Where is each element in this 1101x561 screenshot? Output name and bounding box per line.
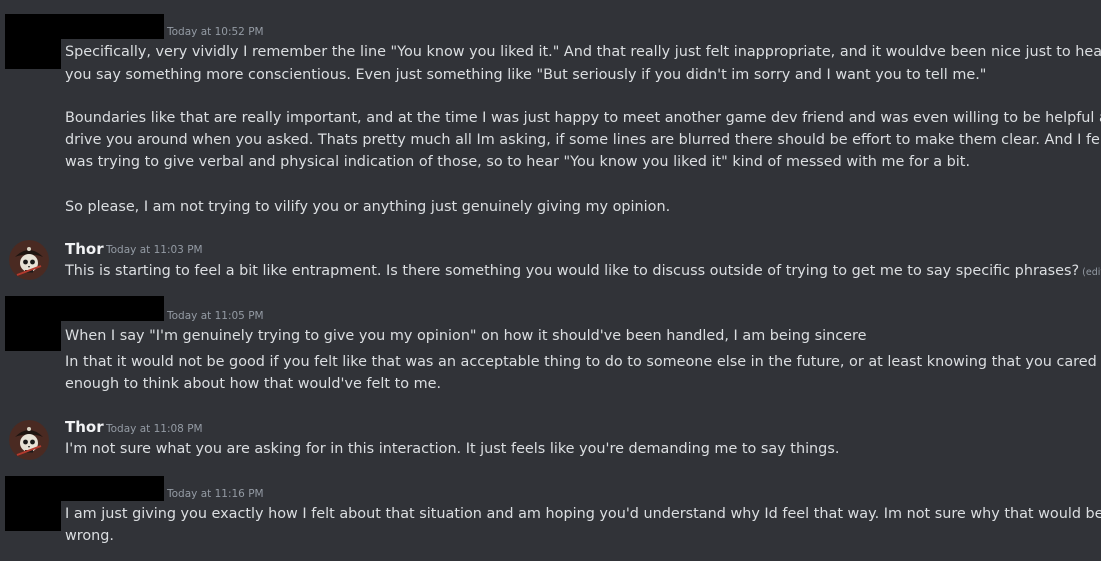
message-text-line: This is starting to feel a bit like entr… [65,260,1101,284]
message-text-line: enough to think about how that would've … [65,376,442,392]
redacted-avatar-block [5,501,61,531]
message-text-line: you say something more conscientious. Ev… [65,67,987,83]
message-text-line: So please, I am not trying to vilify you… [65,199,671,215]
pirate-skull-icon [9,240,49,280]
message-timestamp[interactable]: Today at 10:52 PM [167,26,264,38]
message-timestamp[interactable]: Today at 11:05 PM [167,310,264,322]
message-text-line: I'm not sure what you are asking for in … [65,441,840,457]
author-name[interactable]: Thor [65,240,104,258]
message-text-line: Boundaries like that are really importan… [65,110,1101,126]
message-text-line: When I say "I'm genuinely trying to give… [65,328,867,344]
message-text-line: was trying to give verbal and physical i… [65,154,971,170]
message-text-line: In that it would not be good if you felt… [65,354,1097,370]
message-timestamp[interactable]: Today at 11:08 PM [106,423,203,435]
message-text-line: Specifically, very vividly I remember th… [65,44,1101,60]
message-timestamp[interactable]: Today at 11:03 PM [106,244,203,256]
user-avatar[interactable] [9,420,49,460]
author-name[interactable]: Thor [65,418,104,436]
pirate-skull-icon [9,420,49,460]
edited-label: (edited) [1082,267,1101,278]
message-text-line: drive you around when you asked. Thats p… [65,132,1101,148]
redacted-avatar-block [5,321,61,351]
message-timestamp[interactable]: Today at 11:16 PM [167,488,264,500]
message-text-line: I am just giving you exactly how I felt … [65,506,1101,522]
redacted-author-block [5,14,164,39]
redacted-avatar-block [5,39,61,69]
message-text-line: wrong. [65,528,115,544]
redacted-author-block [5,296,164,321]
redacted-author-block [5,476,164,501]
user-avatar[interactable] [9,240,49,280]
message-text: This is starting to feel a bit like entr… [65,263,1080,279]
